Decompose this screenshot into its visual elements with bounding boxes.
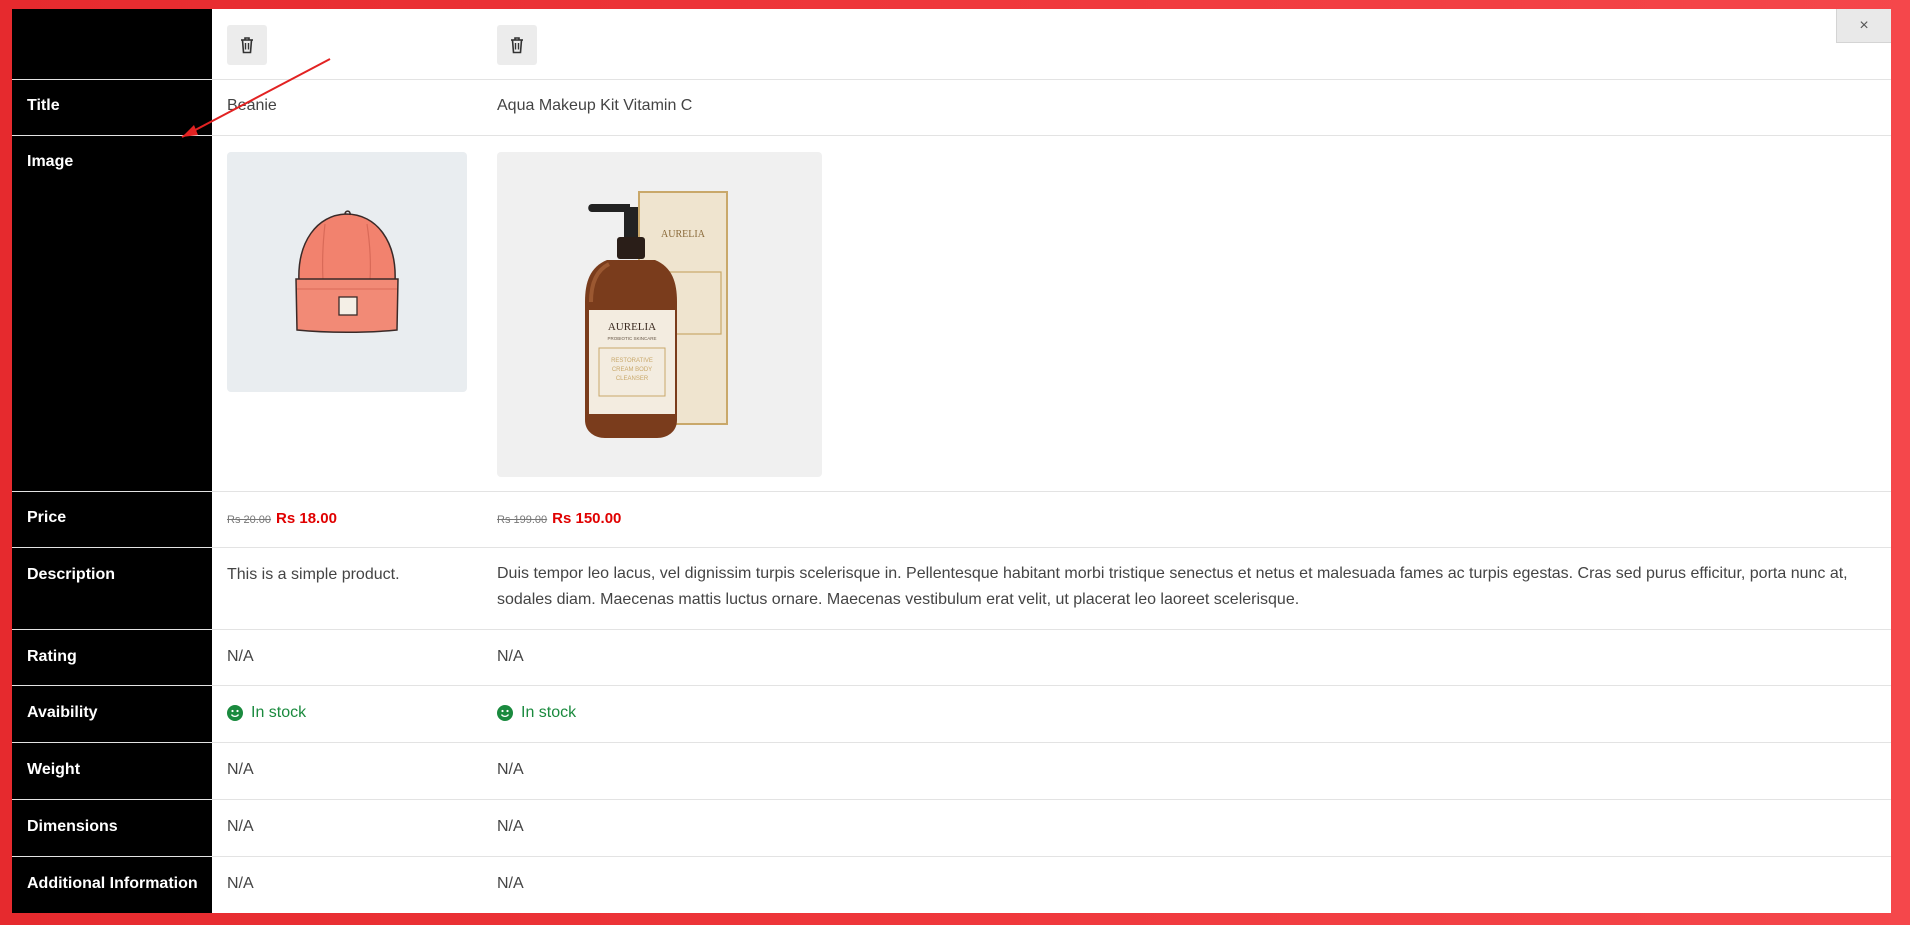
aurelia-cleanser-image: AURELIA AURELIA PROBIOTIC SKINCARE RESTO… [585, 191, 728, 438]
row-label-description: Description [27, 566, 116, 583]
product-weight: N/A [497, 761, 524, 778]
regular-price: Rs 20.00 [227, 514, 272, 526]
price-row: Price Rs 20.00 Rs 18.00 Rs 199.00 Rs 150.0… [12, 491, 1891, 548]
rating-row: Rating N/A N/A [12, 629, 1891, 686]
beanie-image [295, 210, 399, 333]
regular-price: Rs 199.00 [497, 514, 548, 526]
weight-row: Weight N/A N/A [12, 742, 1891, 800]
stock-status-label: In stock [521, 704, 577, 721]
product-weight: N/A [227, 761, 254, 778]
trash-icon [511, 37, 523, 54]
smile-icon [497, 705, 513, 721]
product-image[interactable] [227, 152, 467, 392]
product-additional-information: N/A [227, 875, 254, 892]
row-label-image: Image [27, 153, 74, 170]
product-image[interactable]: AURELIA AURELIA PROBIOTIC SKINCARE RESTO… [497, 152, 822, 477]
additional-information-row: Additional Information N/A N/A [12, 856, 1891, 913]
sale-price: Rs 18.00 [276, 510, 337, 527]
annotation-arrow [181, 58, 331, 138]
image-row: Image AURELIA AURELIA PROBIOTIC SKINCARE… [12, 135, 1891, 492]
product-description: This is a simple product. [227, 566, 400, 583]
compare-dialog: × Title Beanie Aqua Makeup Kit Vitamin C… [12, 9, 1891, 913]
stock-status: In stock [227, 704, 306, 722]
close-icon: × [1859, 16, 1869, 34]
row-label-rating: Rating [27, 648, 77, 665]
product-rating: N/A [227, 648, 254, 665]
product-additional-information: N/A [497, 875, 524, 892]
remove-product-button[interactable] [497, 25, 537, 65]
bottle-brand-text: AURELIA [608, 321, 656, 333]
product-price: Rs 20.00 Rs 18.00 [227, 510, 337, 528]
bottle-product-line-2: CREAM BODY [612, 367, 652, 373]
dimensions-row: Dimensions N/A N/A [12, 799, 1891, 857]
row-label-title: Title [27, 97, 60, 114]
product-title[interactable]: Aqua Makeup Kit Vitamin C [497, 97, 692, 115]
description-row: Description This is a simple product. Du… [12, 547, 1891, 630]
stock-status-label: In stock [251, 704, 307, 721]
smile-icon [227, 705, 243, 721]
bottle-product-line-1: RESTORATIVE [611, 358, 653, 364]
row-label-availability: Avaibility [27, 704, 98, 721]
stock-status: In stock [497, 704, 576, 722]
availability-row: Avaibility In stock In stock [12, 685, 1891, 743]
row-label-additional-information: Additional Information [27, 875, 198, 892]
product-dimensions: N/A [227, 818, 254, 835]
product-rating: N/A [497, 648, 524, 665]
box-brand-text: AURELIA [661, 229, 706, 240]
product-description: Duis tempor leo lacus, vel dignissim tur… [497, 565, 1848, 608]
row-label-price: Price [27, 509, 67, 526]
product-price: Rs 199.00 Rs 150.00 [497, 510, 621, 528]
product-dimensions: N/A [497, 818, 524, 835]
row-label-weight: Weight [27, 761, 81, 778]
bottle-subbrand-text: PROBIOTIC SKINCARE [607, 336, 656, 341]
bottle-product-line-3: CLEANSER [616, 376, 649, 382]
sale-price: Rs 150.00 [552, 510, 622, 527]
row-label-dimensions: Dimensions [27, 818, 118, 835]
close-button[interactable]: × [1836, 9, 1891, 43]
